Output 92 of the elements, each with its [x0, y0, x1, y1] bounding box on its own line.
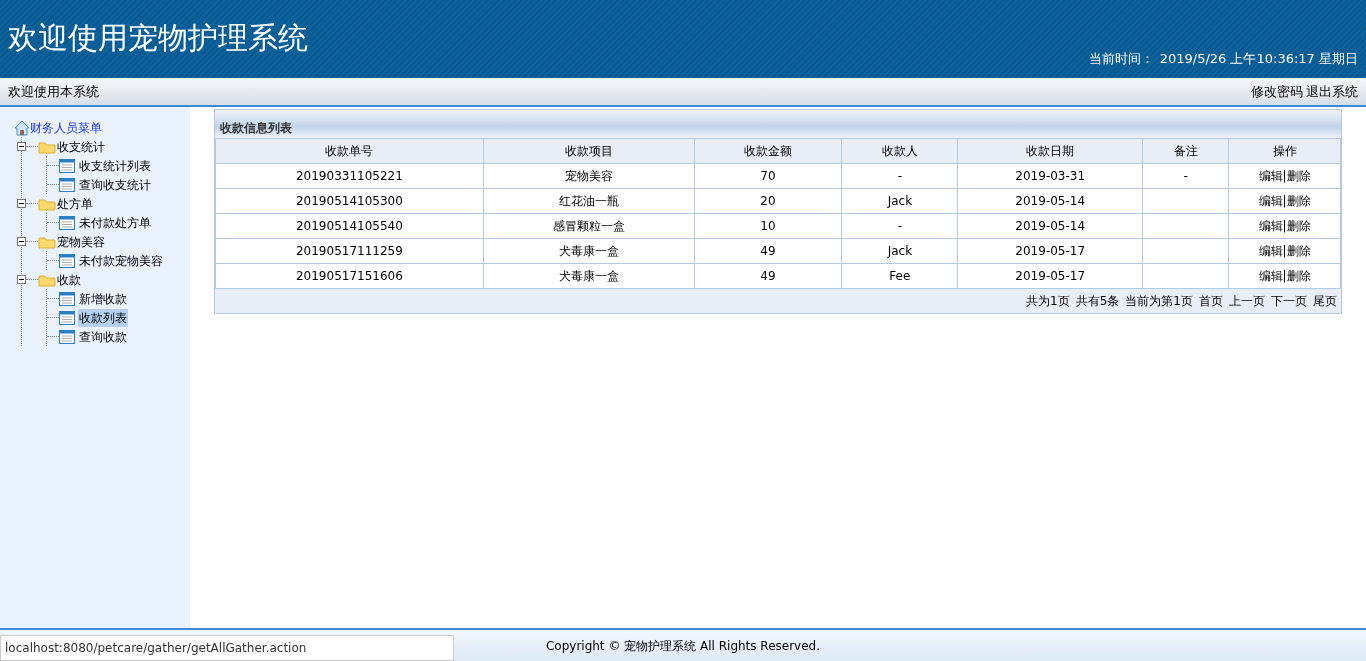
menu-item[interactable]: 新增收款 — [78, 289, 128, 308]
separator-text: | — [1282, 219, 1287, 233]
menu-item[interactable]: 收款列表 — [78, 308, 128, 327]
edit-link[interactable]: 编辑 — [1258, 169, 1283, 183]
system-title: 欢迎使用宠物护理系统 — [8, 20, 308, 57]
house-icon — [14, 120, 30, 136]
edit-link[interactable]: 编辑 — [1258, 269, 1283, 283]
folder-icon — [38, 272, 56, 287]
table-cell: 2019-05-17 — [957, 263, 1143, 289]
edit-link[interactable]: 编辑 — [1258, 194, 1283, 208]
pagination-info: 共有5条 — [1075, 293, 1120, 310]
edit-link[interactable]: 编辑 — [1258, 219, 1283, 233]
menu-group[interactable]: 收款 — [56, 270, 82, 289]
list-icon — [59, 329, 75, 344]
table-cell: Fee — [841, 263, 958, 289]
delete-link[interactable]: 删除 — [1286, 269, 1311, 283]
separator-text: | — [1282, 244, 1287, 258]
menu-item[interactable]: 查询收款 — [78, 327, 128, 346]
top-link[interactable]: 修改密码 — [1251, 81, 1303, 102]
delete-link[interactable]: 删除 — [1286, 169, 1311, 183]
table-cell: - — [841, 163, 958, 189]
table-cell: - — [1142, 163, 1229, 189]
list-icon — [59, 253, 75, 268]
collapse-icon[interactable] — [17, 199, 26, 208]
column-header: 备注 — [1142, 138, 1229, 164]
list-icon — [59, 177, 75, 192]
time-label: 当前时间： — [1088, 50, 1154, 66]
status-url: localhost:8080/petcare/gather/getAllGather.action — [0, 635, 454, 661]
menu-group[interactable]: 收支统计 — [56, 137, 106, 156]
delete-link[interactable]: 删除 — [1286, 194, 1311, 208]
table-cell: 2019-05-14 — [957, 188, 1143, 214]
pagination-info: 共为1页 — [1026, 293, 1070, 310]
folder-icon — [38, 196, 56, 211]
table-cell: 红花油一瓶 — [483, 188, 695, 214]
column-header: 操作 — [1228, 138, 1341, 164]
table-cell: Jack — [841, 188, 958, 214]
menu-item[interactable]: 未付款宠物美容 — [78, 251, 164, 270]
table-cell: 20190514105540 — [215, 213, 484, 239]
list-icon — [59, 158, 75, 173]
pagination-info: 当前为第1页 — [1125, 293, 1193, 310]
collapse-icon[interactable] — [17, 237, 26, 246]
menu-item[interactable]: 未付款处方单 — [78, 213, 152, 232]
table-cell: - — [841, 213, 958, 239]
pagination-link[interactable]: 上一页 — [1229, 292, 1265, 310]
table-cell: 20190331105221 — [215, 163, 484, 189]
table-cell: 20190517111259 — [215, 238, 484, 264]
menu-group[interactable]: 处方单 — [56, 194, 94, 213]
copyright-text: Copyright © 宠物护理系统 All Rights Reserved. — [545, 638, 821, 655]
table-cell: 20190517151606 — [215, 263, 484, 289]
menu-item[interactable]: 查询收支统计 — [78, 175, 152, 194]
column-header: 收款项目 — [483, 138, 695, 164]
welcome-text: 欢迎使用本系统 — [8, 82, 99, 101]
table-cell: 20 — [694, 188, 842, 214]
collapse-icon[interactable] — [17, 142, 26, 151]
top-link[interactable]: 退出系统 — [1306, 81, 1358, 102]
table-cell: 2019-05-17 — [957, 238, 1143, 264]
folder-icon — [38, 234, 56, 249]
separator-text: | — [1282, 269, 1287, 283]
table-cell: 犬毒康一盒 — [483, 263, 695, 289]
pagination-link[interactable]: 下一页 — [1271, 292, 1307, 310]
table-cell: 70 — [694, 163, 842, 189]
folder-icon — [38, 139, 56, 154]
table-cell: 2019-03-31 — [957, 163, 1143, 189]
column-header: 收款金额 — [694, 138, 842, 164]
collapse-icon[interactable] — [17, 275, 26, 284]
column-header: 收款单号 — [215, 138, 484, 164]
table-cell: Jack — [841, 238, 958, 264]
column-header: 收款人 — [841, 138, 958, 164]
separator-text: | — [1282, 194, 1287, 208]
list-icon — [59, 310, 75, 325]
pagination-link[interactable]: 尾页 — [1313, 292, 1337, 310]
menu-root-title: 财务人员菜单 — [30, 120, 102, 137]
column-header: 收款日期 — [957, 138, 1143, 164]
menu-item[interactable]: 收支统计列表 — [78, 156, 152, 175]
delete-link[interactable]: 删除 — [1286, 219, 1311, 233]
pagination-link[interactable]: 首页 — [1199, 292, 1223, 310]
panel-title: 收款信息列表 — [215, 110, 1341, 138]
menu-group[interactable]: 宠物美容 — [56, 232, 106, 251]
table-cell: 49 — [694, 238, 842, 264]
table-cell: 犬毒康一盒 — [483, 238, 695, 264]
separator-text: | — [1282, 169, 1287, 183]
table-cell: 20190514105300 — [215, 188, 484, 214]
table-cell: 49 — [694, 263, 842, 289]
table-cell: 10 — [694, 213, 842, 239]
edit-link[interactable]: 编辑 — [1258, 244, 1283, 258]
time-value: 2019/5/26 上午10:36:17 星期日 — [1159, 50, 1358, 66]
list-icon — [59, 215, 75, 230]
table-cell: 2019-05-14 — [957, 213, 1143, 239]
table-cell: 感冒颗粒一盒 — [483, 213, 695, 239]
delete-link[interactable]: 删除 — [1286, 244, 1311, 258]
list-icon — [59, 291, 75, 306]
table-cell: 宠物美容 — [483, 163, 695, 189]
